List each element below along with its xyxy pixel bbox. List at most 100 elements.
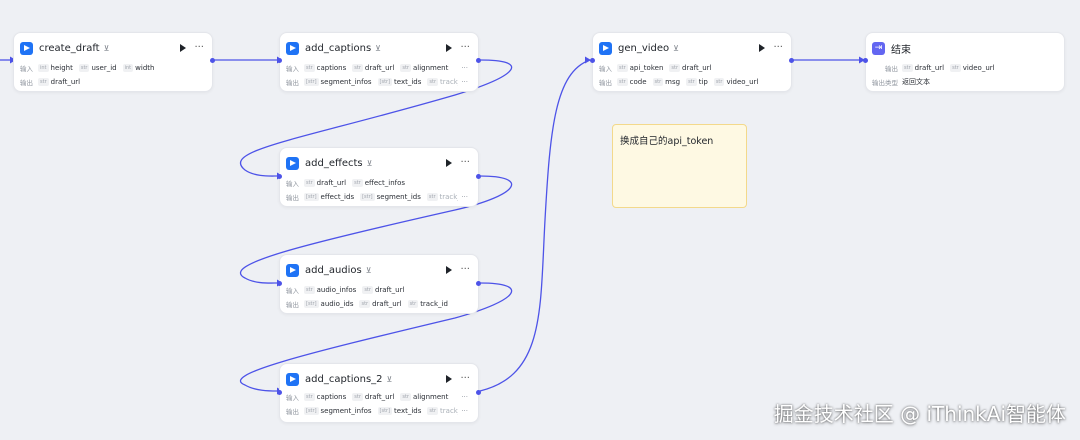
param-tag: [str] segment_infos (304, 78, 372, 86)
input-row: 输入 str captions str draft_url str alignment… (286, 62, 472, 74)
run-button[interactable] (446, 159, 453, 167)
plugin-icon (599, 41, 612, 55)
run-button[interactable] (446, 266, 453, 274)
more-options-button[interactable]: ··· (460, 374, 470, 384)
node-end[interactable]: ⇥ 结束 输出 str draft_url str video_url 输出类型 返… (863, 32, 1065, 92)
param-tag: str alignment (400, 393, 449, 401)
output-row: 输出 [str] audio_ids str draft_url str track_… (286, 298, 472, 310)
param-tag: str alignment (400, 64, 449, 72)
run-button[interactable] (446, 375, 453, 383)
node-title: create_draft (39, 42, 100, 54)
exit-icon: ⇥ (872, 41, 885, 55)
output-label: 输出 (286, 194, 299, 202)
param-tag: str draft_url (352, 64, 395, 72)
node-header: gen_video ⊻ ··· (599, 40, 783, 56)
param-tag: str captions (304, 64, 347, 72)
version-icon: ⊻ (103, 43, 110, 53)
more-params-indicator: ··· (458, 64, 468, 72)
input-row: 输入 str audio_infos str draft_url (286, 284, 472, 296)
node-title: add_captions_2 (305, 373, 383, 385)
input-label: 输入 (286, 394, 299, 402)
node-title: add_audios (305, 264, 362, 276)
param-tag: str track_ (427, 407, 462, 415)
more-options-button[interactable]: ··· (460, 158, 470, 168)
param-tag: str track_ (426, 193, 461, 201)
param-tag: str msg (652, 78, 681, 86)
run-button[interactable] (446, 44, 453, 52)
plugin-icon (20, 41, 33, 55)
output-label: 输出 (286, 301, 299, 309)
run-button[interactable] (759, 44, 766, 52)
more-params-indicator: ··· (458, 407, 468, 415)
input-label: 输入 (286, 180, 299, 188)
param-tag: str draft_url (304, 179, 347, 187)
param-tag: [str] segment_infos (304, 407, 372, 415)
param-tag: str effect_infos (352, 179, 406, 187)
input-port[interactable] (277, 390, 282, 395)
node-add-captions-2[interactable]: add_captions_2 ⊻ ··· 输入 str captions str d… (277, 363, 481, 423)
more-options-button[interactable]: ··· (194, 43, 204, 53)
param-tag: [str] segment_ids (360, 193, 421, 201)
input-label: 输入 (20, 65, 33, 73)
param-tag: str captions (304, 393, 347, 401)
node-header: add_captions_2 ⊻ ··· (286, 371, 470, 387)
node-gen-video[interactable]: gen_video ⊻ ··· 输入 str api_token str draft… (590, 32, 794, 92)
more-options-button[interactable]: ··· (460, 265, 470, 275)
input-row: 输入 str draft_url str effect_infos (286, 177, 472, 189)
node-header: add_audios ⊻ ··· (286, 262, 470, 278)
plugin-icon (286, 372, 299, 386)
output-row: 输出 [str] effect_ids [str] segment_ids str t… (286, 191, 472, 203)
input-row: 输入 str api_token str draft_url (599, 62, 785, 74)
input-port[interactable] (277, 281, 282, 286)
param-tag: [str] audio_ids (304, 300, 354, 308)
output-port[interactable] (476, 281, 481, 286)
param-tag: str draft_url (359, 300, 402, 308)
output-label: 输出 (20, 79, 33, 87)
param-tag: str audio_infos (304, 286, 357, 294)
output-type-label: 输出类型 (872, 79, 898, 87)
input-row: 输入 str captions str draft_url str alignment… (286, 391, 472, 403)
output-label: 输出 (599, 79, 612, 87)
plugin-icon (286, 263, 299, 277)
param-tag: [str] text_ids (377, 407, 422, 415)
param-tag: [str] effect_ids (304, 193, 355, 201)
node-add-effects[interactable]: add_effects ⊻ ··· 输入 str draft_url str eff… (277, 147, 481, 207)
output-port[interactable] (476, 58, 481, 63)
sticky-note[interactable]: 换成自己的api_token (612, 124, 747, 208)
output-label: 输出 (286, 79, 299, 87)
param-tag: str api_token (617, 64, 664, 72)
node-header: add_captions ⊻ ··· (286, 40, 470, 56)
version-icon: ⊻ (375, 43, 382, 53)
param-tag: int width (122, 64, 155, 72)
param-tag: str user_id (78, 64, 117, 72)
version-icon: ⊻ (366, 158, 373, 168)
output-port[interactable] (210, 58, 215, 63)
param-tag: [str] text_ids (377, 78, 422, 86)
input-row: 输出 str draft_url str video_url (872, 62, 1058, 74)
input-port[interactable] (590, 58, 595, 63)
node-create-draft[interactable]: create_draft ⊻ ··· 输入 int height str user_… (13, 32, 215, 92)
node-add-captions[interactable]: add_captions ⊻ ··· 输入 str captions str dra… (277, 32, 481, 92)
output-port[interactable] (789, 58, 794, 63)
run-button[interactable] (180, 44, 187, 52)
input-port[interactable] (277, 174, 282, 179)
more-params-indicator: ··· (458, 193, 468, 201)
more-options-button[interactable]: ··· (460, 43, 470, 53)
param-tag: str track_ (427, 78, 462, 86)
node-header: create_draft ⊻ ··· (20, 40, 204, 56)
more-options-button[interactable]: ··· (773, 43, 783, 53)
param-tag: str draft_url (38, 78, 81, 86)
edge-add-captions-2-to-gen-video (479, 59, 591, 392)
node-add-audios[interactable]: add_audios ⊻ ··· 输入 str audio_infos str dr… (277, 254, 481, 314)
param-tag: str video_url (950, 64, 995, 72)
param-tag: str video_url (713, 78, 759, 86)
watermark: 掘金技术社区 @ iThinkAi智能体 (773, 402, 1066, 426)
output-port[interactable] (476, 390, 481, 395)
output-type-value: 返回文本 (902, 78, 930, 86)
param-tag: int height (38, 64, 73, 72)
input-port[interactable] (863, 58, 868, 63)
output-port[interactable] (476, 174, 481, 179)
plugin-icon (286, 41, 299, 55)
input-port[interactable] (277, 58, 282, 63)
node-title: gen_video (618, 42, 670, 54)
